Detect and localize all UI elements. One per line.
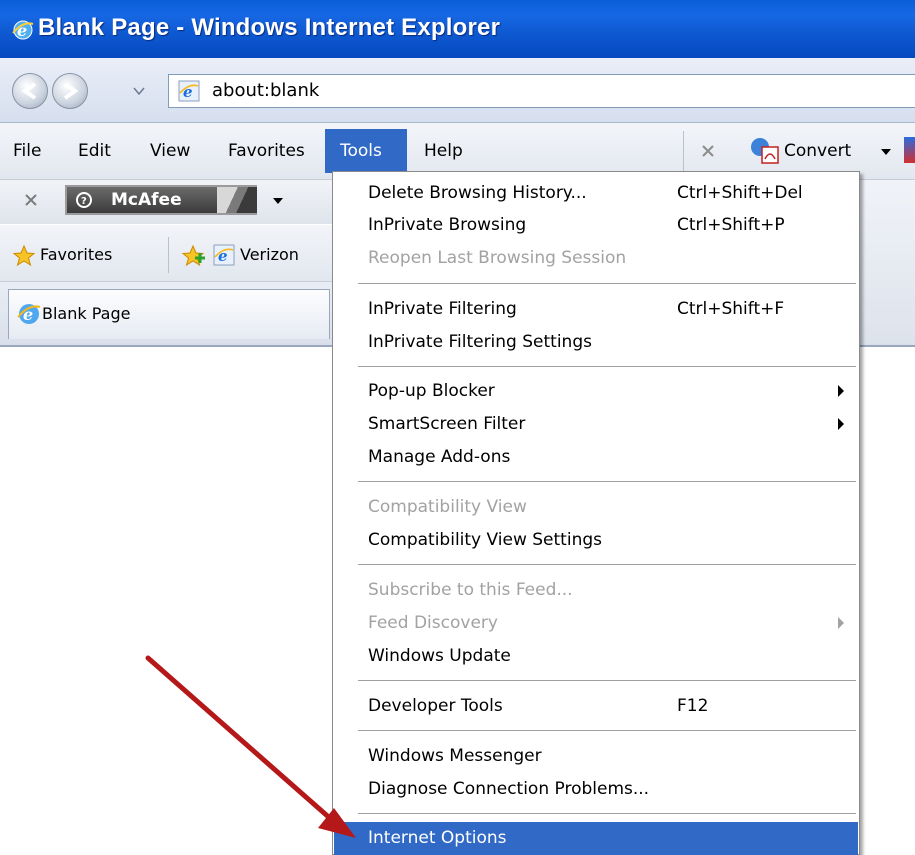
red-arrow-annotation <box>145 655 356 838</box>
